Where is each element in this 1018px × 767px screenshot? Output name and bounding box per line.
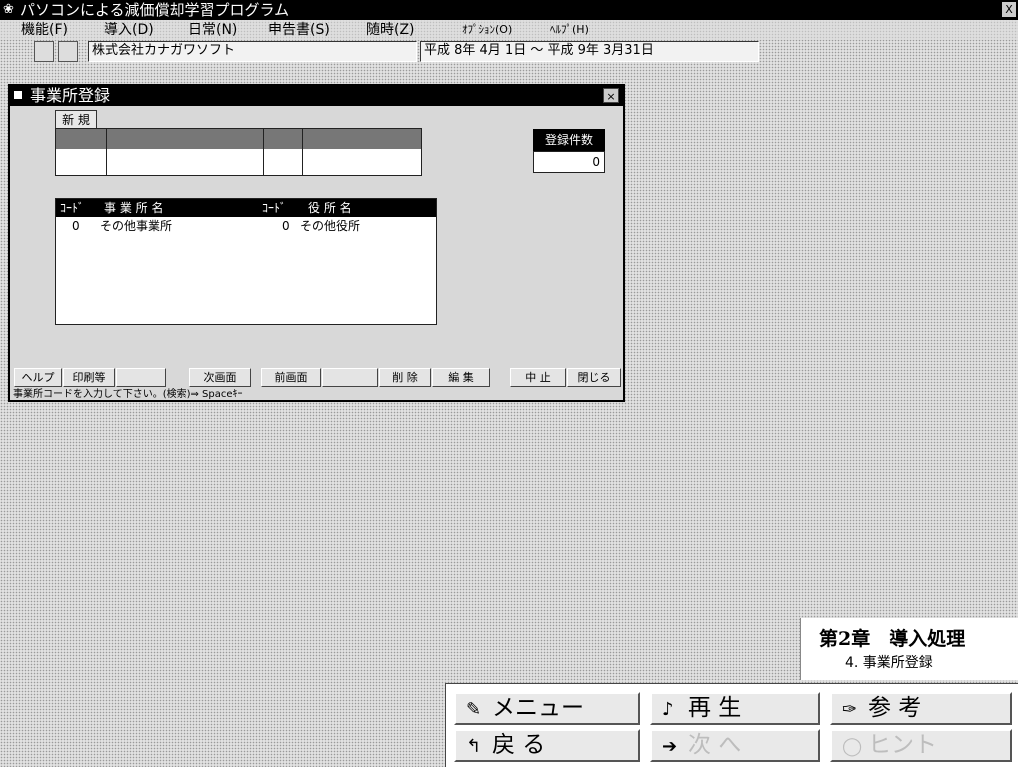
close-icon[interactable]: X: [1002, 2, 1016, 17]
fiscal-period-field: 平成 8年 4月 1日 ～ 平成 9年 3月31日: [420, 41, 759, 62]
office-code-input[interactable]: [56, 150, 106, 174]
window-menu-icon[interactable]: [14, 91, 22, 99]
menu-bar: 機能(F) 導入(D) 日常(N) 申告書(S) 随時(Z) ｵﾌﾟｼｮﾝ(O)…: [0, 20, 1018, 40]
menu-daily[interactable]: 日常(N): [188, 20, 237, 40]
hint-icon: ◯: [842, 736, 863, 757]
delete-button[interactable]: 削 除: [379, 368, 431, 387]
next-button-label: 次 へ: [688, 732, 742, 758]
play-button-label: 再 生: [688, 695, 742, 721]
status-message: 事業所コードを入力して下さい。(検索)⇒ Spaceｷｰ: [13, 389, 243, 400]
office-name-input[interactable]: [107, 150, 263, 174]
company-name-field: 株式会社カナガワソフト: [88, 41, 417, 62]
hint-button[interactable]: ◯ ヒント: [830, 729, 1012, 762]
gov-code-input[interactable]: [264, 150, 302, 174]
registration-count: 登録件数 0: [533, 129, 605, 177]
menu-options[interactable]: ｵﾌﾟｼｮﾝ(O): [462, 20, 512, 40]
back-button[interactable]: ↰ 戻 る: [454, 729, 640, 762]
chapter-title: 第2章 導入処理: [819, 628, 966, 650]
menu-button-label: メニュー: [492, 695, 584, 721]
gov-name-input[interactable]: [303, 150, 419, 174]
col-office-name: 事 業 所 名: [104, 201, 164, 215]
col-code: ｺｰﾄﾞ: [60, 201, 85, 215]
function-key-bar: ヘルプ 印刷等 次画面 前画面 削 除 編 集 中 止 閉じる: [14, 368, 623, 387]
play-button[interactable]: ♪ 再 生: [650, 692, 820, 725]
info-bar: 株式会社カナガワソフト 平成 8年 4月 1日 ～ 平成 9年 3月31日: [0, 41, 800, 63]
fkey-blank-1[interactable]: [116, 368, 166, 387]
menu-icon: ✎: [466, 699, 482, 720]
close-button[interactable]: 閉じる: [567, 368, 621, 387]
chapter-label: 第2章 導入処理 4. 事業所登録: [800, 618, 1018, 680]
prev-screen-button[interactable]: 前画面: [261, 368, 321, 387]
cancel-button[interactable]: 中 止: [510, 368, 566, 387]
hint-button-label: ヒント: [868, 732, 937, 758]
app-icon: ❀: [3, 2, 14, 17]
dialog-title-bar: 事業所登録 ×: [10, 86, 623, 106]
office-registration-dialog: 事業所登録 × 新 規 登録件数 0 ｺｰﾄﾞ 事 業 所 名 ｺｰﾄﾞ 役 所…: [8, 84, 625, 402]
back-button-label: 戻 る: [492, 732, 546, 758]
row-code: 0: [72, 219, 80, 233]
app-title-bar: ❀ パソコンによる減価償却学習プログラム X: [0, 0, 1018, 20]
row-gov-name: その他役所: [300, 219, 361, 233]
office-list[interactable]: ｺｰﾄﾞ 事 業 所 名 ｺｰﾄﾞ 役 所 名 0 その他事業所 0 その他役所: [55, 198, 437, 325]
help-button[interactable]: ヘルプ: [14, 368, 62, 387]
table-row[interactable]: 0 その他事業所 0 その他役所: [56, 218, 436, 235]
tab-new[interactable]: 新 規: [55, 110, 97, 129]
toolbar-button-2[interactable]: [58, 41, 78, 62]
chapter-subtitle: 4. 事業所登録: [845, 655, 933, 671]
list-header: ｺｰﾄﾞ 事 業 所 名 ｺｰﾄﾞ 役 所 名: [56, 199, 436, 217]
play-icon: ♪: [662, 699, 674, 720]
dialog-title: 事業所登録: [30, 86, 111, 105]
print-button[interactable]: 印刷等: [63, 368, 115, 387]
menu-anytime[interactable]: 随時(Z): [366, 20, 415, 40]
toolbar-button-1[interactable]: [34, 41, 54, 62]
count-label: 登録件数: [533, 129, 605, 151]
menu-button[interactable]: ✎ メニュー: [454, 692, 640, 725]
entry-grid-header: [56, 129, 421, 149]
reference-button-label: 参 考: [868, 695, 922, 721]
next-arrow-icon: ➔: [662, 736, 678, 757]
fkey-blank-2[interactable]: [322, 368, 378, 387]
col-gov-code: ｺｰﾄﾞ: [262, 201, 287, 215]
menu-tax-return[interactable]: 申告書(S): [268, 20, 330, 40]
entry-grid: [55, 128, 422, 176]
navigation-panel: ✎ メニュー ♪ 再 生 ✑ 参 考 ↰ 戻 る ➔ 次 へ ◯ ヒント: [445, 683, 1018, 767]
count-value: 0: [533, 151, 605, 173]
row-gov-code: 0: [282, 219, 290, 233]
menu-help[interactable]: ﾍﾙﾌﾟ(H): [550, 20, 589, 40]
row-office-name: その他事業所: [100, 219, 173, 233]
menu-function[interactable]: 機能(F): [21, 20, 68, 40]
menu-introduction[interactable]: 導入(D): [104, 20, 154, 40]
reference-button[interactable]: ✑ 参 考: [830, 692, 1012, 725]
next-screen-button[interactable]: 次画面: [189, 368, 251, 387]
back-arrow-icon: ↰: [466, 736, 482, 757]
dialog-close-icon[interactable]: ×: [603, 88, 619, 103]
next-button[interactable]: ➔ 次 へ: [650, 729, 820, 762]
reference-icon: ✑: [842, 699, 858, 720]
edit-button[interactable]: 編 集: [432, 368, 490, 387]
app-title: パソコンによる減価償却学習プログラム: [20, 1, 290, 19]
col-gov-name: 役 所 名: [308, 201, 352, 215]
